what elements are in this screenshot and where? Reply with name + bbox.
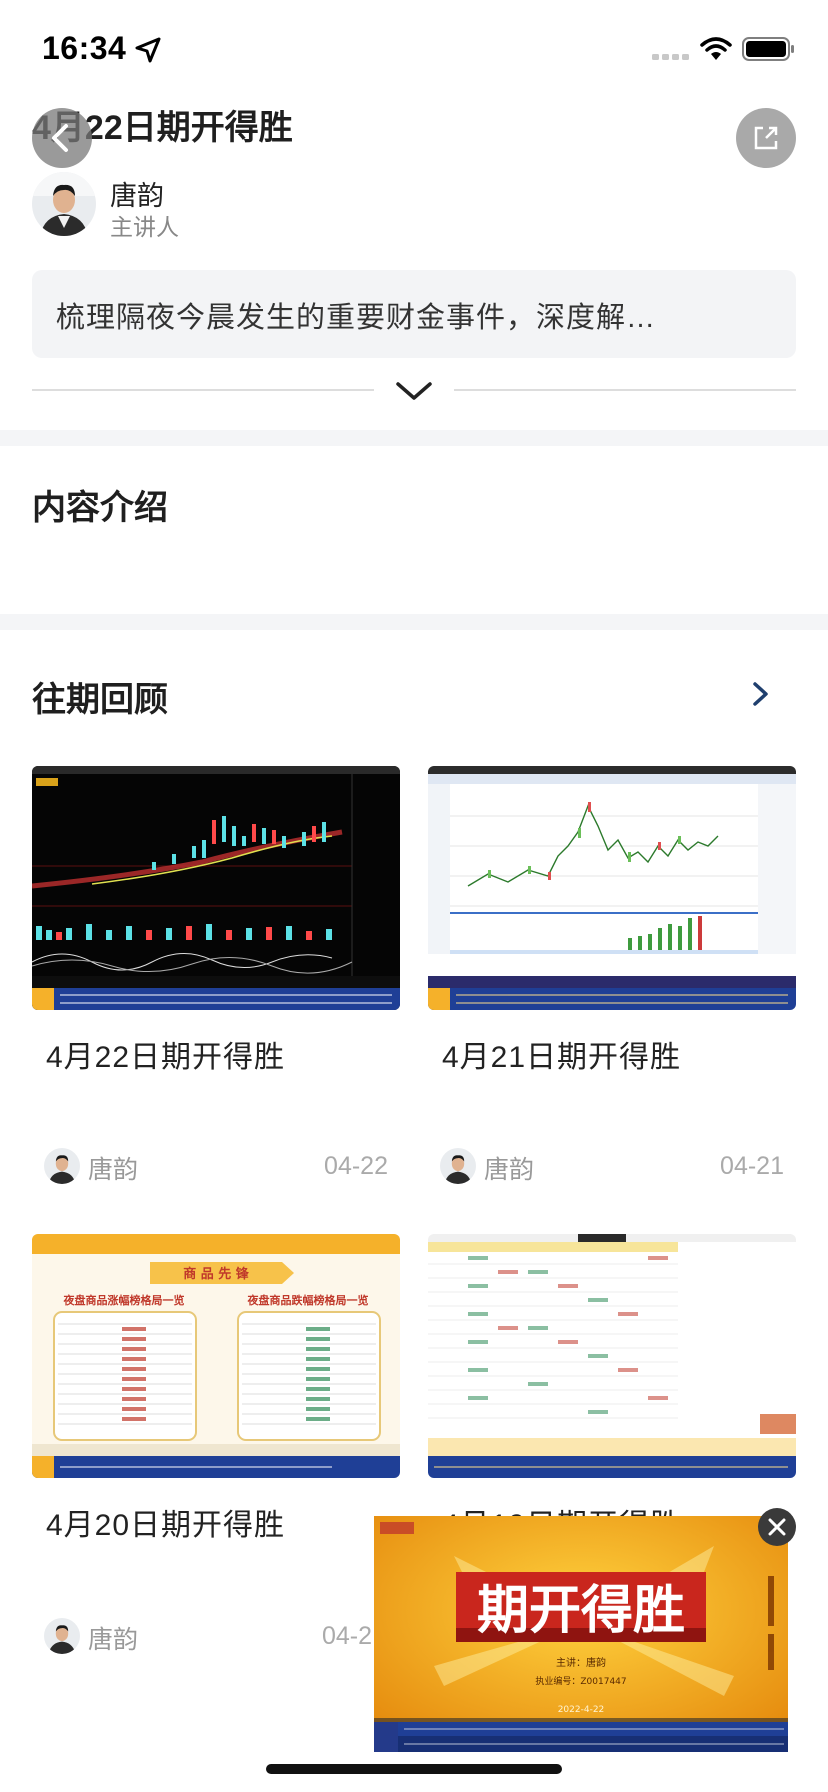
video-poster: 期开得胜 主讲：唐韵 执业编号：Z0017447 2022-4-22 — [374, 1516, 788, 1752]
author-avatar — [44, 1618, 80, 1654]
chevron-left-icon — [52, 124, 68, 152]
location-arrow-icon — [135, 37, 161, 63]
thumbnail-banner-text: 商 品 先 锋 — [183, 1266, 250, 1282]
history-card-title[interactable]: 4月21日期开得胜 — [442, 1032, 681, 1076]
chevron-down-icon[interactable] — [394, 376, 434, 404]
history-card-title[interactable]: 4月22日期开得胜 — [46, 1032, 285, 1076]
mini-player-license: 执业编号：Z0017447 — [535, 1675, 626, 1687]
author-avatar — [440, 1148, 476, 1184]
history-card-thumbnail[interactable] — [428, 766, 796, 1010]
wifi-icon — [700, 37, 732, 60]
commodity-table-thumbnail: 商 品 先 锋 夜盘商品涨幅榜格局一览 夜盘商品跌幅榜格局一览 — [32, 1234, 400, 1478]
history-card-author: 唐韵 — [484, 1156, 535, 1184]
history-card-title[interactable]: 4月20日期开得胜 — [46, 1500, 285, 1544]
section-separator — [0, 614, 828, 630]
history-card-thumbnail[interactable]: 商 品 先 锋 夜盘商品涨幅榜格局一览 夜盘商品跌幅榜格局一览 — [32, 1234, 400, 1478]
history-card-author: 唐韵 — [88, 1626, 139, 1654]
mini-player-date: 2022-4-22 — [558, 1705, 605, 1715]
intro-section-title: 内容介绍 — [32, 489, 168, 527]
avatar-portrait-icon — [44, 1148, 80, 1184]
history-card-thumbnail[interactable] — [32, 766, 400, 1010]
history-card-date: 04-2 — [321, 1622, 372, 1650]
speaker-role: 主讲人 — [110, 214, 179, 240]
mini-player-presenter: 主讲：唐韵 — [556, 1656, 606, 1669]
close-icon — [768, 1518, 786, 1536]
candlestick-chart-thumbnail — [32, 766, 400, 1010]
history-card-date: 04-22 — [324, 1152, 388, 1180]
home-indicator[interactable] — [266, 1764, 562, 1774]
mini-player-close-button[interactable] — [758, 1508, 796, 1546]
battery-icon — [742, 37, 794, 61]
summary-text: 梳理隔夜今晨发生的重要财金事件，深度解… — [56, 302, 657, 334]
avatar-portrait-icon — [440, 1148, 476, 1184]
status-time: 16:34 — [42, 30, 127, 66]
section-separator — [0, 430, 828, 446]
history-card-author: 唐韵 — [88, 1156, 139, 1184]
history-section-title: 往期回顾 — [32, 681, 168, 719]
mini-player-headline: 期开得胜 — [477, 1581, 685, 1641]
summary-box[interactable]: 梳理隔夜今晨发生的重要财金事件，深度解… — [32, 270, 796, 358]
divider — [454, 389, 796, 391]
divider — [32, 389, 374, 391]
history-card-thumbnail[interactable] — [428, 1234, 796, 1478]
quote-table-thumbnail — [428, 1234, 796, 1478]
speaker-avatar[interactable] — [32, 172, 96, 236]
mini-video-player[interactable]: 期开得胜 主讲：唐韵 执业编号：Z0017447 2022-4-22 — [374, 1516, 788, 1752]
signal-icon — [652, 54, 689, 60]
share-button[interactable] — [736, 108, 796, 168]
back-button[interactable] — [32, 108, 92, 168]
avatar-portrait-icon — [32, 172, 96, 236]
rise-table-title: 夜盘商品涨幅榜格局一览 — [63, 1293, 185, 1307]
avatar-portrait-icon — [44, 1618, 80, 1654]
history-card-date: 04-21 — [720, 1152, 784, 1180]
author-avatar — [44, 1148, 80, 1184]
line-chart-thumbnail — [428, 766, 796, 1010]
fall-table-title: 夜盘商品跌幅榜格局一览 — [247, 1293, 369, 1307]
status-bar: 16:34 — [0, 0, 828, 100]
share-icon — [754, 126, 778, 150]
chevron-right-icon[interactable] — [748, 678, 774, 710]
